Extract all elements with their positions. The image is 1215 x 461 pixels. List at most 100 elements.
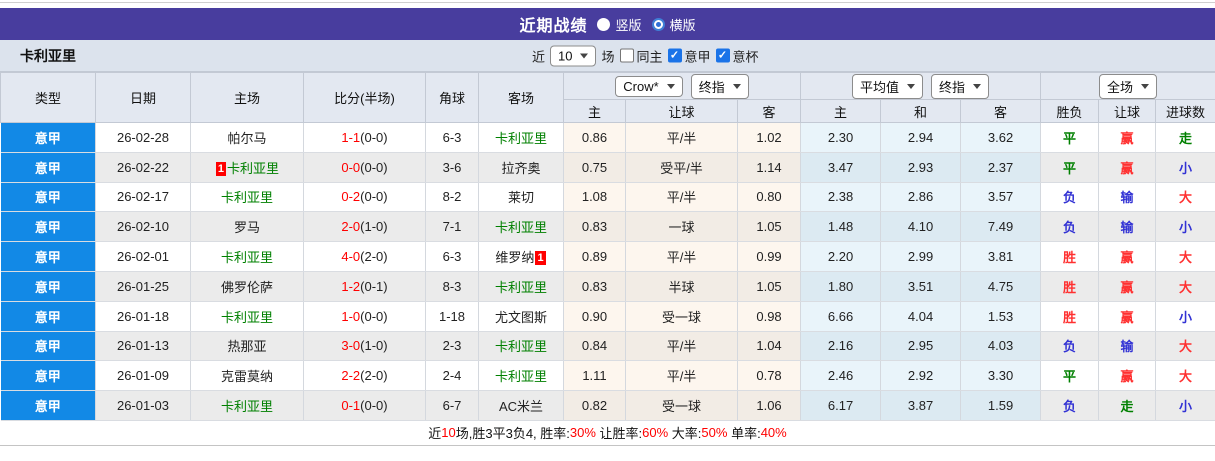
away-team-name[interactable]: 尤文图斯 bbox=[495, 310, 547, 325]
layout-radio-vertical[interactable]: 竖版 bbox=[597, 15, 642, 34]
league-cell[interactable]: 意甲 bbox=[0, 241, 96, 272]
away-team-cell[interactable]: 卡利亚里 bbox=[478, 360, 564, 392]
radio-label: 竖版 bbox=[615, 17, 642, 33]
home-team-name[interactable]: 卡利亚里 bbox=[221, 310, 273, 325]
col-header-date: 日期 bbox=[95, 72, 191, 123]
radio-icon[interactable] bbox=[651, 17, 665, 31]
result-cell: 胜 bbox=[1040, 301, 1100, 332]
home-team-name[interactable]: 卡利亚里 bbox=[221, 250, 273, 265]
handicap-result-cell: 赢 bbox=[1098, 122, 1157, 153]
fulltime-score: 0-2 bbox=[341, 189, 361, 205]
away-team-name[interactable]: 维罗纳 bbox=[495, 250, 534, 265]
avg-draw-cell: 2.95 bbox=[880, 331, 962, 362]
home-team-cell[interactable]: 卡利亚里 bbox=[190, 301, 304, 332]
score-cell: 2-0(1-0) bbox=[303, 211, 426, 243]
table-row: 意甲 26-02-17 卡利亚里 0-2(0-0) 8-2 莱切 1.08 平/… bbox=[0, 182, 1215, 213]
away-team-name[interactable]: 拉齐奥 bbox=[501, 161, 540, 176]
home-team-cell[interactable]: 克雷莫纳 bbox=[190, 360, 304, 392]
serie-a-filter[interactable]: ✓ 意甲 bbox=[667, 46, 711, 65]
league-cell[interactable]: 意甲 bbox=[0, 211, 96, 243]
home-team-name[interactable]: 罗马 bbox=[234, 220, 260, 235]
away-team-cell[interactable]: 卡利亚里 bbox=[478, 211, 564, 243]
games-count-select[interactable]: 10 bbox=[550, 45, 597, 66]
scope-select[interactable]: 全场 bbox=[1099, 73, 1158, 99]
home-team-name[interactable]: 卡利亚里 bbox=[227, 161, 279, 176]
average-select[interactable]: 平均值 bbox=[852, 73, 924, 99]
date-cell: 26-02-01 bbox=[95, 241, 191, 272]
away-team-cell[interactable]: AC米兰 bbox=[478, 390, 564, 421]
away-team-name[interactable]: 卡利亚里 bbox=[495, 220, 547, 235]
league-cell[interactable]: 意甲 bbox=[0, 331, 96, 362]
corner-cell: 3-6 bbox=[425, 152, 479, 183]
away-team-name[interactable]: 卡利亚里 bbox=[495, 339, 547, 354]
halftime-score: (0-0) bbox=[360, 189, 388, 205]
recent-results-table: 类型 日期 主场 比分(半场) 角球 客场 Crow* 终指 平均值 终指 全场… bbox=[0, 72, 1215, 421]
average-index-select[interactable]: 终指 bbox=[931, 73, 990, 99]
checkbox-icon[interactable]: ✓ bbox=[667, 48, 682, 63]
home-team-name[interactable]: 卡利亚里 bbox=[221, 399, 273, 414]
same-home-filter[interactable]: ✓ 同主 bbox=[619, 46, 663, 65]
avg-away-cell: 3.57 bbox=[960, 182, 1042, 213]
halftime-score: (0-0) bbox=[360, 129, 388, 145]
home-team-cell[interactable]: 卡利亚里 bbox=[190, 241, 304, 272]
away-team-name[interactable]: 卡利亚里 bbox=[495, 131, 547, 146]
halftime-score: (1-0) bbox=[360, 219, 388, 235]
odds-away-cell: 0.99 bbox=[737, 241, 802, 272]
handicap-result-cell: 赢 bbox=[1098, 152, 1157, 183]
chevron-down-icon bbox=[580, 53, 589, 58]
result-cell: 胜 bbox=[1040, 241, 1100, 272]
italy-cup-filter[interactable]: ✓ 意杯 bbox=[715, 46, 759, 65]
result-cell: 负 bbox=[1040, 390, 1100, 421]
checkbox-icon[interactable]: ✓ bbox=[619, 48, 634, 63]
handicap-result-cell: 走 bbox=[1098, 390, 1157, 421]
home-team-name[interactable]: 佛罗伦萨 bbox=[221, 280, 273, 295]
away-team-cell[interactable]: 卡利亚里 bbox=[478, 331, 564, 362]
league-cell[interactable]: 意甲 bbox=[0, 152, 96, 183]
date-cell: 26-01-25 bbox=[95, 271, 191, 302]
away-team-name[interactable]: 卡利亚里 bbox=[495, 369, 547, 384]
avg-away-cell: 7.49 bbox=[960, 211, 1042, 243]
home-team-name[interactable]: 卡利亚里 bbox=[221, 190, 273, 205]
radio-icon[interactable] bbox=[597, 17, 611, 31]
away-team-name[interactable]: 莱切 bbox=[508, 190, 534, 205]
league-cell[interactable]: 意甲 bbox=[0, 271, 96, 302]
team-name: 卡利亚里 bbox=[20, 47, 76, 64]
home-team-name[interactable]: 克雷莫纳 bbox=[221, 369, 273, 384]
odds-handicap-cell: 平/半 bbox=[625, 182, 738, 213]
league-cell[interactable]: 意甲 bbox=[0, 390, 96, 421]
away-team-name[interactable]: AC米兰 bbox=[499, 399, 543, 414]
home-team-cell[interactable]: 卡利亚里 bbox=[190, 390, 304, 421]
home-team-name[interactable]: 热那亚 bbox=[227, 339, 266, 354]
sub-col-avg-away: 客 bbox=[960, 99, 1042, 123]
checkbox-icon[interactable]: ✓ bbox=[715, 48, 730, 63]
league-cell[interactable]: 意甲 bbox=[0, 122, 96, 153]
away-team-cell[interactable]: 尤文图斯 bbox=[478, 301, 564, 332]
goals-result-cell: 小 bbox=[1155, 152, 1215, 183]
home-team-cell[interactable]: 1 卡利亚里 bbox=[190, 152, 304, 183]
home-team-name[interactable]: 帕尔马 bbox=[227, 131, 266, 146]
home-team-cell[interactable]: 帕尔马 bbox=[190, 122, 304, 153]
corner-cell: 8-2 bbox=[425, 182, 479, 213]
home-team-cell[interactable]: 热那亚 bbox=[190, 331, 304, 362]
away-team-cell[interactable]: 拉齐奥 bbox=[478, 152, 564, 183]
away-team-cell[interactable]: 卡利亚里 bbox=[478, 271, 564, 302]
summary-part: 10 bbox=[441, 425, 456, 441]
bookmaker-index-select[interactable]: 终指 bbox=[690, 73, 749, 99]
layout-radio-horizontal[interactable]: 横版 bbox=[651, 15, 696, 34]
bookmaker-select[interactable]: Crow* bbox=[615, 75, 683, 97]
odds-handicap-cell: 受平/半 bbox=[625, 152, 738, 183]
league-cell[interactable]: 意甲 bbox=[0, 301, 96, 332]
away-team-name[interactable]: 卡利亚里 bbox=[495, 280, 547, 295]
away-team-cell[interactable]: 维罗纳 1 bbox=[478, 241, 564, 272]
table-row: 意甲 26-02-10 罗马 2-0(1-0) 7-1 卡利亚里 0.83 一球… bbox=[0, 211, 1215, 243]
away-team-cell[interactable]: 莱切 bbox=[478, 182, 564, 213]
col-header-home: 主场 bbox=[190, 72, 304, 123]
league-cell[interactable]: 意甲 bbox=[0, 360, 96, 392]
away-team-cell[interactable]: 卡利亚里 bbox=[478, 122, 564, 153]
home-team-cell[interactable]: 卡利亚里 bbox=[190, 182, 304, 213]
avg-draw-cell: 4.04 bbox=[880, 301, 962, 332]
handicap-result-cell: 赢 bbox=[1098, 241, 1157, 272]
league-cell[interactable]: 意甲 bbox=[0, 182, 96, 213]
home-team-cell[interactable]: 罗马 bbox=[190, 211, 304, 243]
home-team-cell[interactable]: 佛罗伦萨 bbox=[190, 271, 304, 302]
